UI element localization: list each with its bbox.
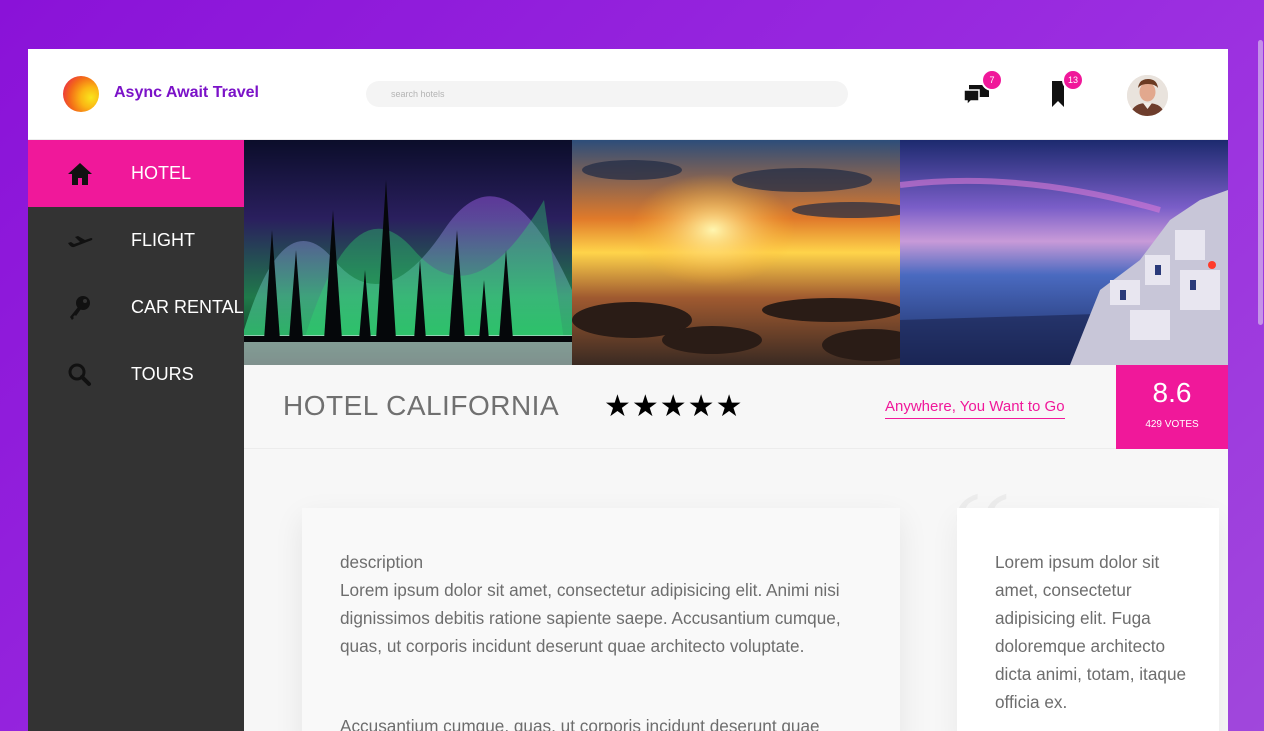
sidebar-item-label: TOURS	[131, 364, 194, 384]
search-icon	[68, 363, 91, 386]
tagline-link[interactable]: Anywhere, You Want to Go	[885, 398, 1065, 419]
photo-gallery	[244, 140, 1228, 365]
rating-score: 8.6	[1152, 377, 1192, 408]
messages-button[interactable]: 7	[961, 69, 1003, 111]
airplane-icon	[68, 236, 93, 248]
star-rating: ★★★★★	[604, 389, 744, 424]
sidebar-item-label: FLIGHT	[131, 230, 196, 250]
hotel-title-bar: HOTEL CALIFORNIA ★★★★★ Anywhere, You Wan…	[244, 365, 1228, 449]
user-portrait-image	[1127, 75, 1168, 116]
sidebar-item-label: CAR RENTAL	[131, 297, 244, 317]
sidebar-nav: HOTEL FLIGHT CAR RENTAL TOURS	[28, 140, 244, 731]
bookmarks-count-badge: 13	[1062, 69, 1084, 91]
bookmarks-button[interactable]: 13	[1048, 69, 1084, 111]
sidebar-item-flight[interactable]: FLIGHT	[28, 207, 244, 274]
quote-card: Lorem ipsum dolor sit amet, consectetur …	[957, 508, 1219, 731]
northern-lights-photo[interactable]	[244, 140, 572, 365]
rating-votes: 429 VOTES	[1145, 419, 1199, 430]
quote-text: Lorem ipsum dolor sit amet, consectetur …	[995, 552, 1187, 712]
santorini-photo[interactable]	[900, 140, 1228, 365]
sidebar-item-hotel[interactable]: HOTEL	[28, 140, 244, 207]
brand-logo[interactable]	[63, 76, 99, 112]
description-card: description Lorem ipsum dolor sit amet, …	[302, 508, 900, 731]
messages-count-badge: 7	[981, 69, 1003, 91]
beach-sunset-photo[interactable]	[572, 140, 900, 365]
app-window: Async Await Travel 7 13	[28, 49, 1228, 731]
rating-box: 8.6 429 VOTES	[1116, 365, 1228, 449]
sidebar-item-label: HOTEL	[131, 163, 192, 183]
brand-name[interactable]: Async Await Travel	[114, 84, 259, 102]
sidebar-item-car-rental[interactable]: CAR RENTAL	[28, 274, 244, 341]
description-heading: description	[340, 552, 424, 572]
key-icon	[70, 296, 90, 320]
description-paragraph-1: Lorem ipsum dolor sit amet, consectetur …	[340, 580, 841, 656]
search-input[interactable]	[366, 81, 848, 107]
sidebar-item-tours[interactable]: TOURS	[28, 341, 244, 408]
user-avatar[interactable]	[1127, 75, 1168, 116]
hotel-name: HOTEL CALIFORNIA	[283, 390, 560, 421]
window-scrollbar-thumb[interactable]	[1258, 40, 1263, 325]
top-header: Async Await Travel 7 13	[28, 49, 1228, 140]
home-icon	[68, 163, 92, 185]
description-paragraph-2: Accusantium cumque, quas, ut corporis in…	[340, 716, 820, 731]
